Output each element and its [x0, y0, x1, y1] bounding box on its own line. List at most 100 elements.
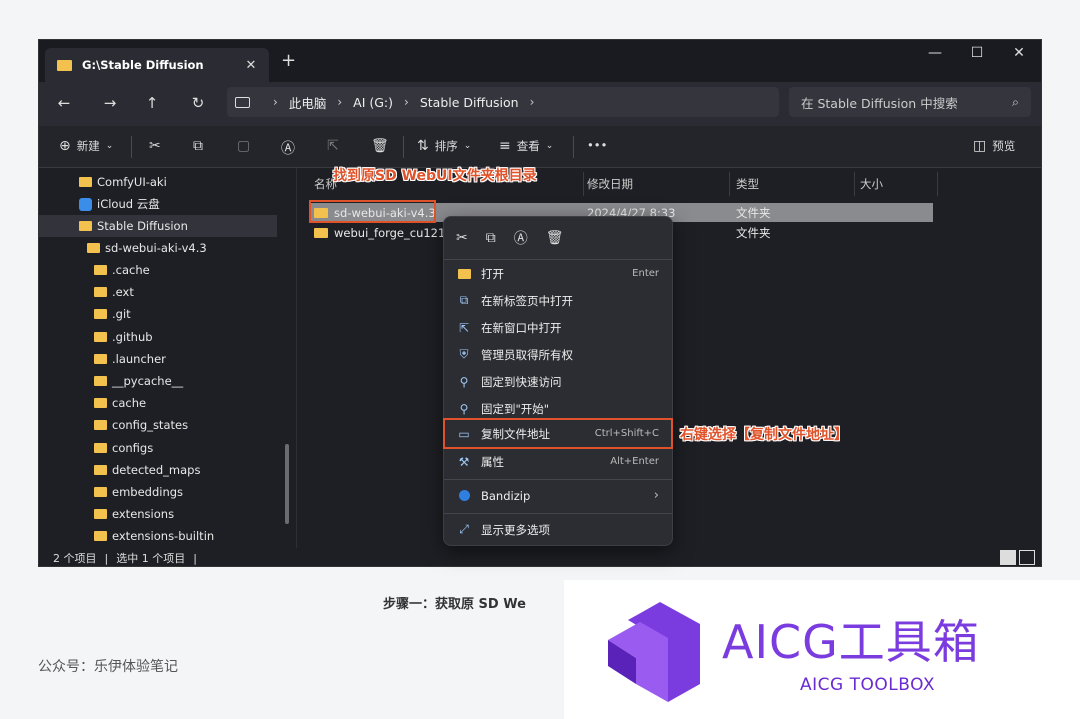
tab-stable-diffusion[interactable]: G:\Stable Diffusion ✕: [45, 48, 269, 82]
preview-pane-icon: ◫: [973, 138, 987, 154]
aicg-logo-mark-icon: [608, 602, 700, 702]
nav-item-label: extensions-builtin: [112, 529, 215, 543]
file-name: webui_forge_cu121_t: [334, 225, 456, 240]
breadcrumb-this-pc[interactable]: 此电脑: [289, 93, 327, 112]
item-count: 2 个项目: [53, 552, 97, 565]
share-button[interactable]: ⇱: [327, 138, 339, 154]
nav-item[interactable]: cache: [94, 392, 146, 414]
trash-icon[interactable]: 🗑: [546, 230, 564, 246]
folder-icon: [314, 227, 328, 238]
new-button[interactable]: ⊕ 新建 ⌄: [59, 138, 113, 154]
nav-item-label: embeddings: [112, 485, 184, 499]
nav-item[interactable]: ComfyUI-aki: [79, 171, 167, 193]
nav-item[interactable]: .github: [94, 326, 153, 348]
nav-item[interactable]: .cache: [94, 259, 150, 281]
view-toggle: [1000, 550, 1035, 565]
folder-icon: [94, 420, 107, 430]
delete-button[interactable]: 🗑: [371, 138, 389, 154]
step-caption: 步骤一：获取原 SD We: [383, 597, 526, 612]
menu-item-shortcut: Enter: [632, 268, 659, 279]
nav-item-label: iCloud 云盘: [97, 197, 160, 211]
context-quick-actions: ✂ ⧉ Ⓐ 🗑: [444, 217, 672, 259]
copy-icon[interactable]: ⧉: [486, 230, 496, 246]
menu-item-pin-quick-access[interactable]: ⚲ 固定到快速访问: [444, 368, 672, 395]
bandizip-icon: [457, 489, 471, 503]
folder-icon: [94, 287, 107, 297]
forward-button[interactable]: →: [95, 94, 125, 112]
nav-item[interactable]: extensions: [94, 503, 174, 525]
file-row-name[interactable]: webui_forge_cu121_t: [314, 223, 456, 242]
nav-item-label: cache: [112, 396, 147, 410]
menu-item-open-new-window[interactable]: ⇱ 在新窗口中打开: [444, 314, 672, 341]
divider: [573, 136, 574, 158]
nav-item-label: sd-webui-aki-v4.3: [105, 241, 207, 255]
view-button[interactable]: ≡ 查看 ⌄: [499, 138, 553, 154]
chevron-down-icon: ⌄: [545, 141, 554, 151]
column-header-size[interactable]: 大小: [860, 176, 883, 196]
title-bar: G:\Stable Diffusion ✕ + — ☐ ✕: [39, 40, 1041, 82]
new-tab-icon: ⧉: [459, 293, 469, 307]
column-header-type[interactable]: 类型: [736, 176, 759, 196]
rename-button[interactable]: Ⓐ: [281, 138, 295, 158]
trash-icon: 🗑: [371, 138, 389, 154]
submenu-chevron-icon: ›: [653, 488, 659, 503]
menu-item-open-new-tab[interactable]: ⧉ 在新标签页中打开: [444, 287, 672, 314]
menu-item-show-more[interactable]: ⤢ 显示更多选项: [444, 516, 672, 543]
cut-button[interactable]: ✂: [149, 138, 161, 154]
file-type: 文件夹: [736, 205, 771, 220]
address-bar[interactable]: › 此电脑 › AI (G:) › Stable Diffusion ›: [227, 87, 779, 117]
menu-item-properties[interactable]: ⚒ 属性 Alt+Enter: [444, 448, 672, 475]
menu-item-take-ownership[interactable]: ⛨ 管理员取得所有权: [444, 341, 672, 368]
nav-item[interactable]: iCloud 云盘: [79, 193, 160, 215]
tab-close-icon[interactable]: ✕: [233, 58, 269, 73]
refresh-button[interactable]: ↻: [183, 94, 213, 112]
breadcrumb-folder[interactable]: Stable Diffusion: [420, 95, 519, 110]
nav-item[interactable]: detected_maps: [94, 459, 200, 481]
status-divider: |: [193, 551, 197, 565]
nav-item[interactable]: config_states: [94, 414, 188, 436]
sort-button[interactable]: ⇅ 排序 ⌄: [417, 138, 471, 154]
view-label: 查看: [516, 139, 540, 153]
copy-button[interactable]: ⧉: [193, 138, 203, 154]
back-button[interactable]: ←: [49, 94, 79, 112]
new-label: 新建: [76, 139, 100, 153]
preview-button[interactable]: ◫ 预览: [973, 138, 1015, 154]
nav-item-label: configs: [112, 441, 154, 455]
tiles-view-icon[interactable]: [1019, 550, 1035, 565]
nav-item[interactable]: __pycache__: [94, 370, 183, 392]
tab-title: G:\Stable Diffusion: [82, 58, 204, 72]
maximize-button[interactable]: ☐: [957, 45, 997, 61]
nav-item-selected[interactable]: Stable Diffusion: [39, 215, 277, 237]
up-button[interactable]: ↑: [137, 94, 167, 112]
nav-item[interactable]: .git: [94, 303, 131, 325]
rename-icon[interactable]: Ⓐ: [514, 228, 528, 248]
menu-item-label: 打开: [481, 266, 504, 281]
more-button[interactable]: •••: [587, 138, 607, 152]
folder-icon: [94, 309, 107, 319]
chevron-right-icon: ›: [273, 95, 278, 109]
paste-button[interactable]: ▢: [237, 138, 250, 154]
column-header-date[interactable]: 修改日期: [587, 176, 633, 196]
nav-item[interactable]: configs: [94, 437, 153, 459]
paste-icon: ▢: [237, 138, 251, 154]
cut-icon[interactable]: ✂: [456, 230, 468, 246]
nav-item[interactable]: .launcher: [94, 348, 166, 370]
menu-divider: [444, 513, 672, 514]
nav-item[interactable]: embeddings: [94, 481, 183, 503]
nav-item[interactable]: sd-webui-aki-v4.3: [87, 237, 207, 259]
details-view-icon[interactable]: [1000, 550, 1016, 565]
search-input[interactable]: 在 Stable Diffusion 中搜索 ⌕: [789, 87, 1031, 117]
command-bar: ⊕ 新建 ⌄ ✂ ⧉ ▢ Ⓐ ⇱ 🗑 ⇅ 排序 ⌄ ≡ 查看 ⌄ ••• ◫ 预…: [39, 126, 1041, 168]
nav-item[interactable]: .ext: [94, 281, 134, 303]
status-divider: |: [104, 551, 109, 565]
new-tab-button[interactable]: +: [281, 50, 296, 71]
folder-icon: [87, 243, 100, 253]
menu-item-open[interactable]: 打开 Enter: [444, 260, 672, 287]
minimize-button[interactable]: —: [915, 45, 955, 61]
menu-item-bandizip[interactable]: Bandizip ›: [444, 482, 672, 509]
scrollbar-thumb[interactable]: [285, 444, 289, 524]
close-window-button[interactable]: ✕: [999, 45, 1039, 61]
nav-item[interactable]: extensions-builtin: [94, 525, 214, 547]
breadcrumb-drive[interactable]: AI (G:): [353, 95, 393, 110]
column-divider: [937, 172, 938, 196]
